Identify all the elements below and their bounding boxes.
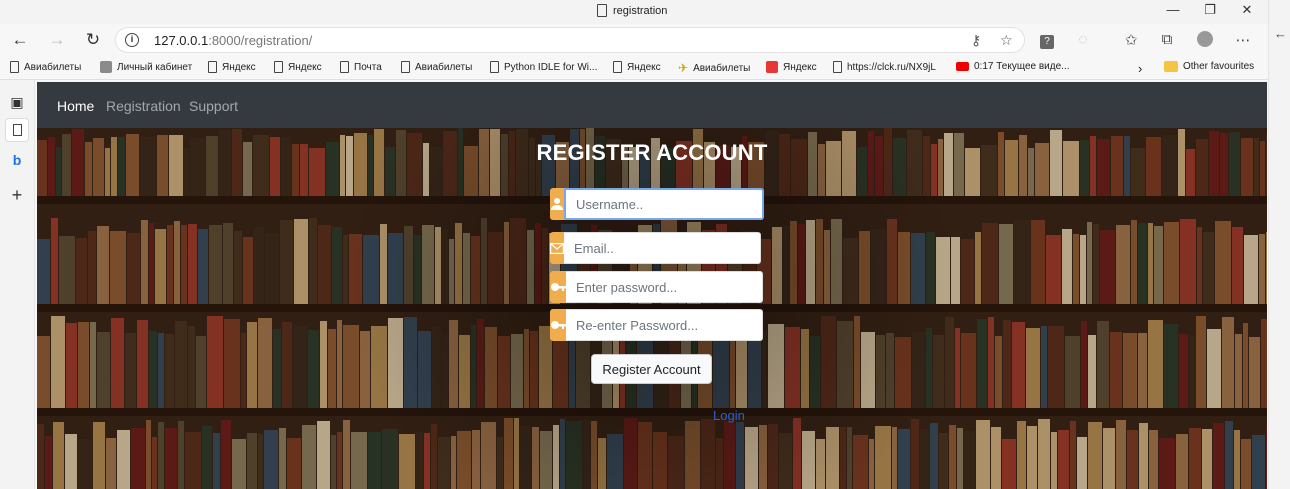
key-icon <box>550 309 566 341</box>
envelope-icon <box>550 232 564 264</box>
refresh-icon[interactable]: ↻ <box>81 28 105 52</box>
url-host: 127.0.0.1 <box>154 33 209 48</box>
key-icon[interactable]: ⚷ <box>971 32 981 49</box>
restore-button[interactable]: ❐ <box>1195 2 1225 18</box>
page-icon <box>208 61 217 73</box>
page-icon <box>613 61 622 73</box>
nav-home[interactable]: Home <box>57 98 94 114</box>
close-button[interactable]: ✕ <box>1232 2 1262 18</box>
folder-icon <box>1164 61 1178 72</box>
page-icon <box>10 61 19 73</box>
email-input[interactable] <box>564 232 761 264</box>
url-text: 127.0.0.1:8000/registration/ <box>154 33 312 48</box>
bookmark-item[interactable]: Python IDLE for Wi... <box>490 61 597 73</box>
bing-icon[interactable]: b <box>5 148 29 172</box>
page-icon <box>597 4 607 17</box>
register-account-button[interactable]: Register Account <box>591 354 712 384</box>
address-bar[interactable]: i 127.0.0.1:8000/registration/ ⚷ ☆ <box>115 27 1025 53</box>
yandex-icon <box>766 61 778 73</box>
favorite-star-icon[interactable]: ☆ <box>1000 32 1013 49</box>
username-group <box>550 188 764 220</box>
youtube-icon <box>956 62 969 71</box>
password-input[interactable] <box>566 271 763 303</box>
add-icon[interactable]: + <box>5 183 29 207</box>
browser-sidebar: ▣ b + <box>0 80 35 489</box>
extension-icon[interactable]: ? <box>1036 31 1058 49</box>
forward-arrow-icon[interactable]: → <box>45 28 69 52</box>
key-icon <box>550 271 566 303</box>
login-link[interactable]: Login <box>713 408 745 423</box>
bookmark-label: Авиабилеты <box>693 62 751 74</box>
plane-icon: ✈ <box>678 61 689 75</box>
other-favourites[interactable]: Other favourites <box>1164 61 1254 72</box>
bookmark-label: Яндекс <box>627 61 661 73</box>
tab-title: registration <box>613 4 668 17</box>
registration-form: REGISTER ACCOUNT Username.. Email.. Regi… <box>37 128 1267 489</box>
username-input[interactable] <box>564 188 764 220</box>
back-arrow-small-icon[interactable]: ← <box>1274 26 1287 41</box>
bookmark-item[interactable]: Почта <box>340 61 382 73</box>
bookmark-label: Яндекс <box>288 61 322 73</box>
vertical-tab-page-icon[interactable] <box>5 118 29 142</box>
cabinet-icon <box>100 61 112 73</box>
page-icon <box>340 61 349 73</box>
hero-background: REGISTER ACCOUNT Username.. Email.. Regi… <box>37 128 1267 489</box>
bookmark-item[interactable]: 0:17 Текущее виде... <box>956 61 1069 72</box>
bookmark-label: Личный кабинет <box>117 61 193 73</box>
email-group <box>550 232 761 264</box>
bookmark-label: 0:17 Текущее виде... <box>974 61 1070 72</box>
bookmarks-overflow-chevron-icon[interactable]: › <box>1138 61 1142 76</box>
title-bar: registration — ❐ ✕ <box>0 0 1290 24</box>
repassword-input[interactable] <box>566 309 763 341</box>
bookmark-item[interactable]: Авиабилеты <box>401 61 472 73</box>
bookmark-item[interactable]: ✈ Авиабилеты <box>678 61 750 75</box>
password-group <box>550 271 763 303</box>
user-icon <box>550 188 564 220</box>
profile-avatar-icon[interactable] <box>1194 31 1216 51</box>
page-icon <box>490 61 499 73</box>
web-page: Home Registration Support REGISTER ACCOU… <box>37 82 1267 489</box>
bookmark-item[interactable]: Яндекс <box>766 61 817 73</box>
bookmark-item[interactable]: Яндекс <box>274 61 322 73</box>
tab-actions-icon[interactable]: ▣ <box>5 90 29 114</box>
bookmark-item[interactable]: https://clck.ru/NX9jL <box>833 61 936 73</box>
form-heading: REGISTER ACCOUNT <box>536 140 768 165</box>
window-title: registration <box>597 4 667 17</box>
bookmark-item[interactable]: Личный кабинет <box>100 61 192 73</box>
bookmark-item[interactable]: Авиабилеты <box>10 61 81 73</box>
page-icon <box>833 61 842 73</box>
bookmark-label: Python IDLE for Wi... <box>504 61 598 73</box>
browser-toolbar: ← → ↻ i 127.0.0.1:8000/registration/ ⚷ ☆… <box>0 24 1268 56</box>
bookmarks-bar: Авиабилеты Личный кабинет Яндекс Яндекс … <box>0 56 1268 80</box>
bookmark-label: Яндекс <box>783 61 817 73</box>
info-icon[interactable]: i <box>125 33 139 47</box>
bookmark-label: Яндекс <box>222 61 256 73</box>
page-icon <box>401 61 410 73</box>
repassword-group <box>550 309 763 341</box>
right-edge-panel: ← <box>1268 0 1290 489</box>
copilot-icon[interactable]: ◌ <box>1072 31 1094 48</box>
other-favourites-label: Other favourites <box>1183 61 1255 72</box>
nav-registration[interactable]: Registration <box>106 98 181 114</box>
back-arrow-icon[interactable]: ← <box>8 28 32 52</box>
bookmark-label: https://clck.ru/NX9jL <box>847 61 936 73</box>
more-menu-icon[interactable]: ⋯ <box>1232 31 1254 49</box>
collections-icon[interactable]: ⧉ <box>1156 31 1178 48</box>
url-path: :8000/registration/ <box>208 33 313 48</box>
page-icon <box>274 61 283 73</box>
nav-support[interactable]: Support <box>189 98 238 114</box>
bookmark-item[interactable]: Яндекс <box>208 61 256 73</box>
bookmark-label: Авиабилеты <box>24 61 82 73</box>
bookmark-label: Почта <box>354 61 382 73</box>
bookmark-label: Авиабилеты <box>415 61 473 73</box>
bookmark-item[interactable]: Яндекс <box>613 61 661 73</box>
site-navbar: Home Registration Support <box>37 82 1267 128</box>
minimize-button[interactable]: — <box>1158 2 1188 17</box>
favorites-icon[interactable]: ✩ <box>1120 31 1142 49</box>
